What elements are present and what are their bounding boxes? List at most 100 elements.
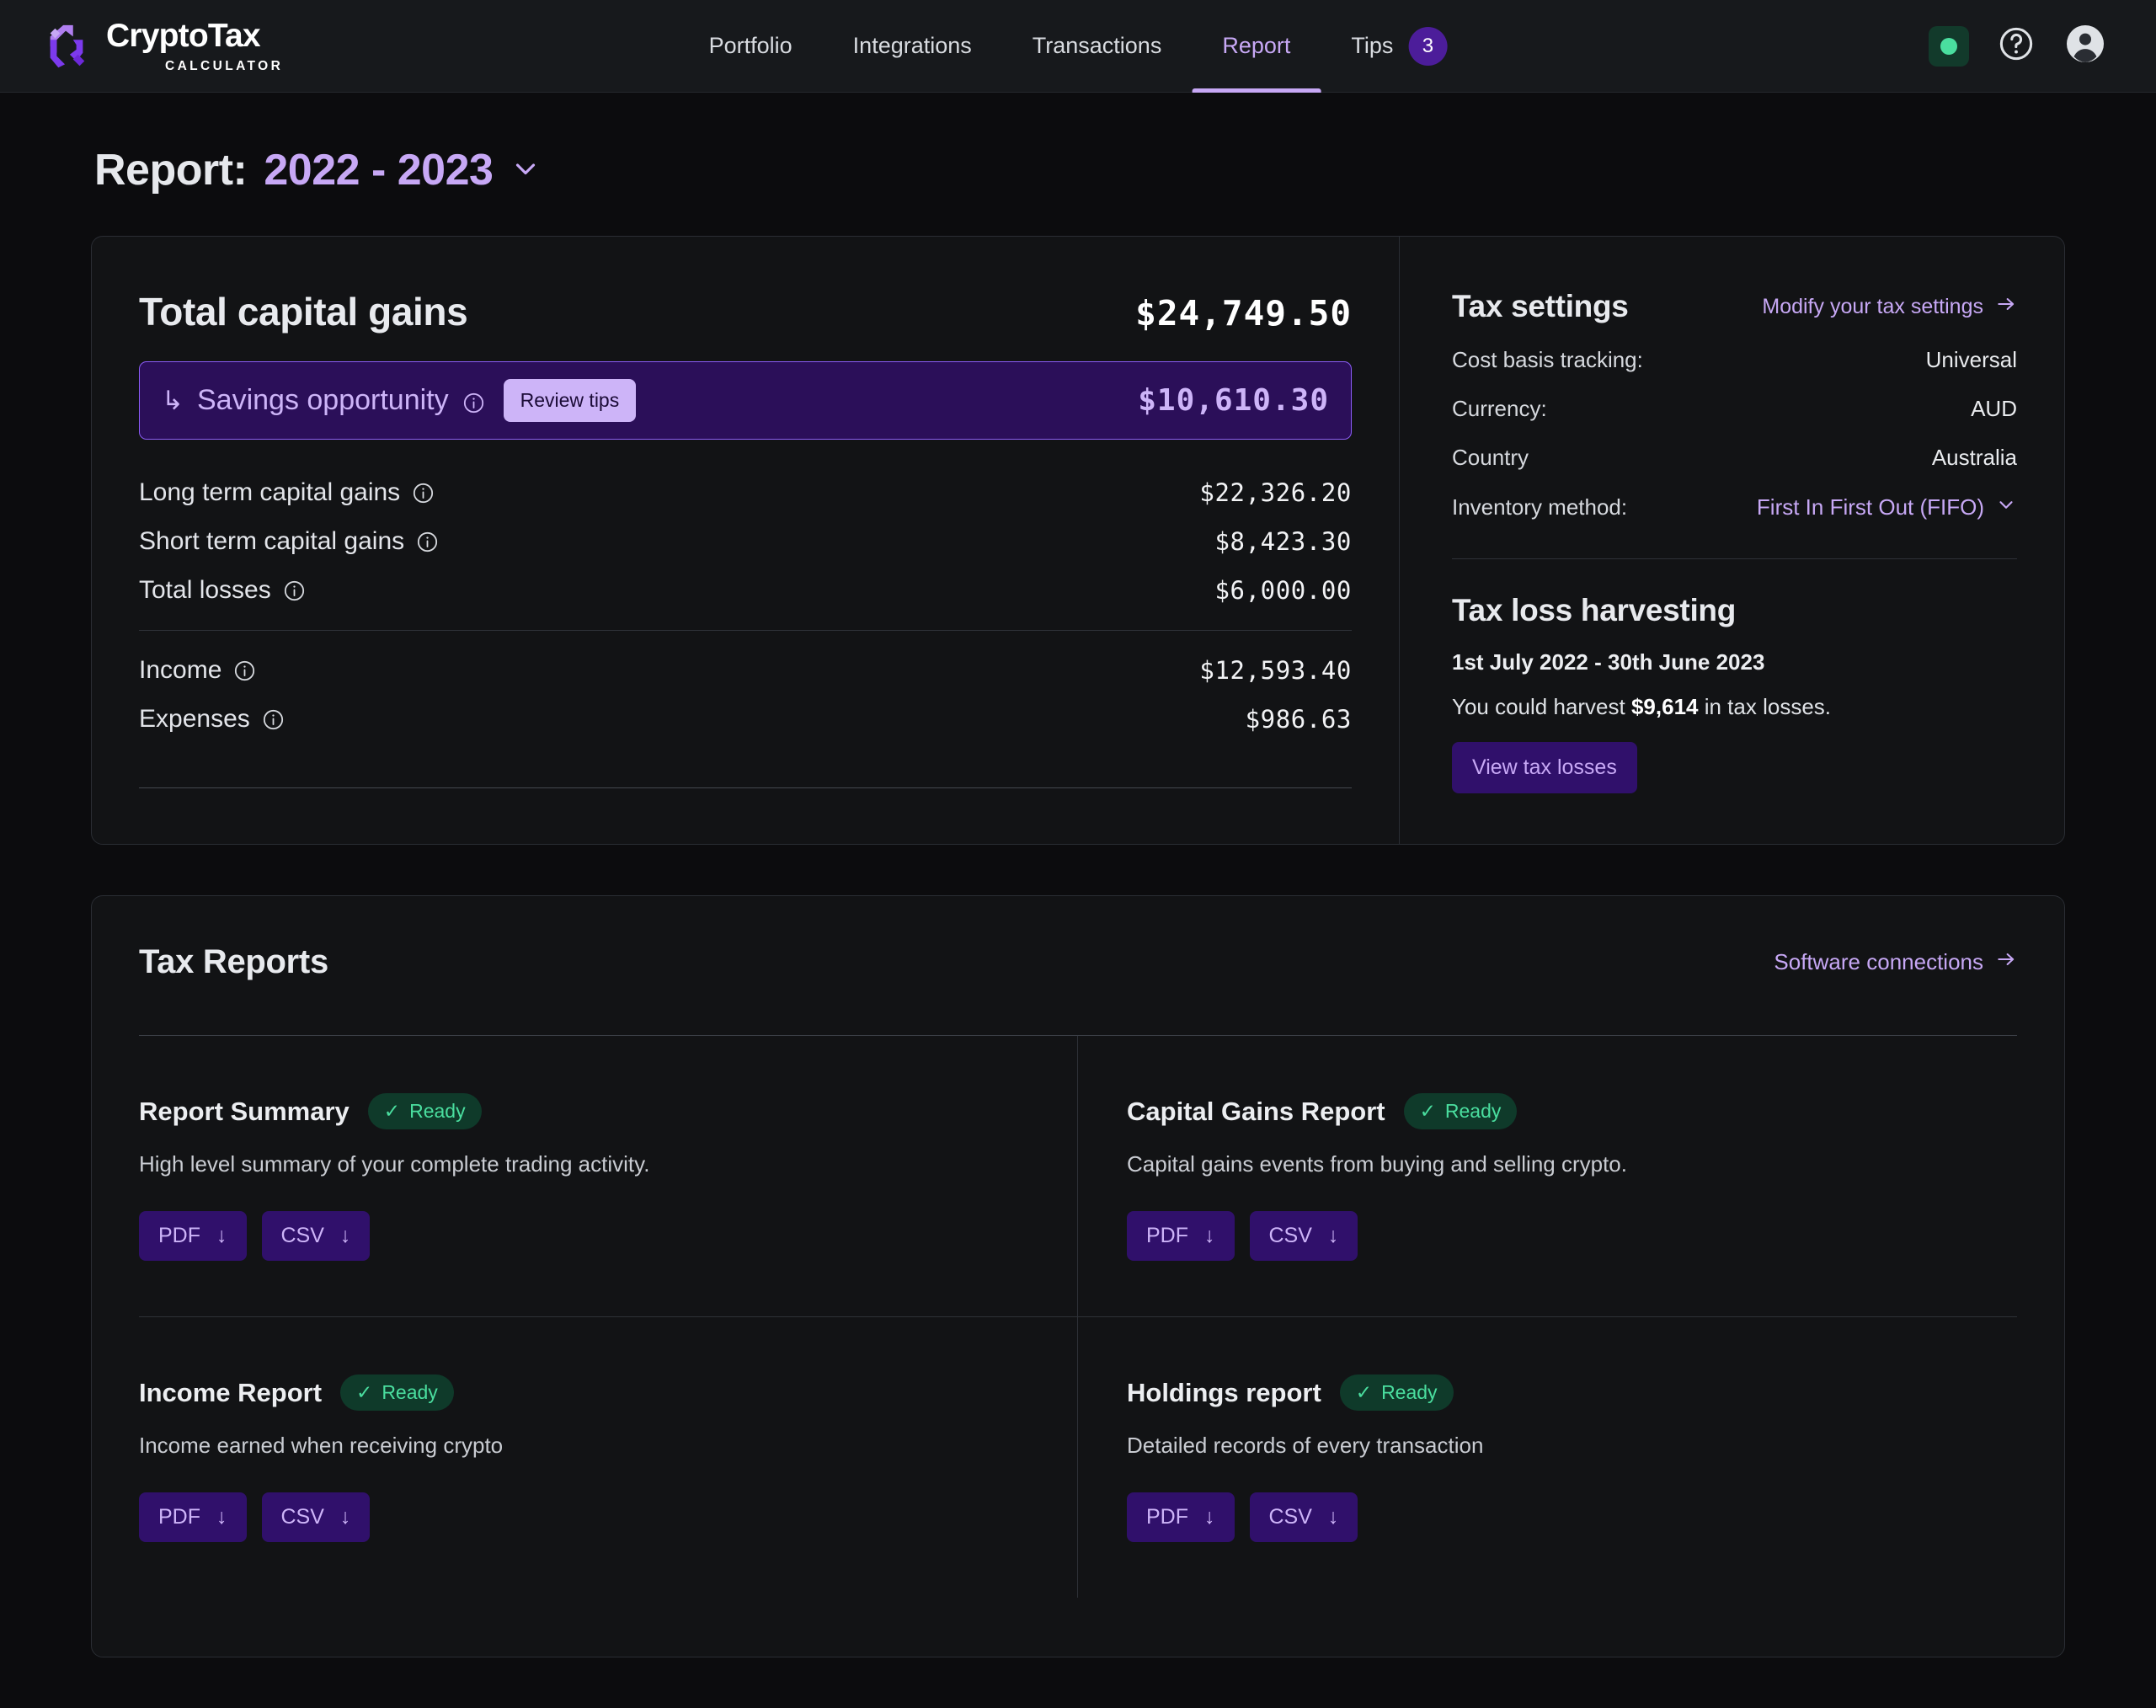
tax-loss-harvesting-section: Tax loss harvesting 1st July 2022 - 30th… bbox=[1452, 593, 2017, 793]
info-icon[interactable] bbox=[283, 579, 306, 602]
software-connections-link[interactable]: Software connections bbox=[1774, 948, 2017, 976]
check-icon: ✓ bbox=[1355, 1381, 1373, 1403]
inventory-method-key: Inventory method: bbox=[1452, 494, 1628, 520]
download-arrow-icon: ↓ bbox=[339, 1505, 351, 1529]
info-icon[interactable] bbox=[262, 708, 285, 731]
total-losses-value: $6,000.00 bbox=[1214, 576, 1352, 605]
view-tax-losses-button[interactable]: View tax losses bbox=[1452, 742, 1637, 793]
brand-name: CryptoTax bbox=[106, 18, 261, 54]
tax-loss-harvesting-title: Tax loss harvesting bbox=[1452, 593, 1737, 627]
help-button[interactable] bbox=[1994, 24, 2038, 68]
report-card-holdings-report: Holdings report ✓ Ready Detailed records… bbox=[1078, 1316, 2017, 1598]
page-content: Report: 2022 - 2023 Total capital gains … bbox=[0, 93, 2156, 1657]
status-badge: ✓ Ready bbox=[1403, 1093, 1518, 1129]
info-icon[interactable] bbox=[233, 659, 256, 682]
income-value: $12,593.40 bbox=[1199, 656, 1352, 685]
status-badge: ✓ Ready bbox=[1339, 1374, 1454, 1411]
tax-reports-header: Tax Reports Software connections bbox=[139, 943, 2017, 1035]
harvest-text-before: You could harvest bbox=[1452, 694, 1631, 719]
chevron-down-icon[interactable] bbox=[510, 152, 542, 189]
account-button[interactable] bbox=[2063, 24, 2107, 68]
report-name-row: Capital Gains Report ✓ Ready bbox=[1127, 1093, 2017, 1129]
country-key: Country bbox=[1452, 445, 1529, 470]
expenses-text: Expenses bbox=[139, 705, 250, 733]
tax-settings-title: Tax settings bbox=[1452, 289, 1629, 323]
tax-settings-panel: Tax settings Modify your tax settings Co… bbox=[1399, 237, 2064, 844]
pdf-label: PDF bbox=[158, 1224, 200, 1247]
modify-tax-settings-link[interactable]: Modify your tax settings bbox=[1762, 293, 2017, 321]
check-icon: ✓ bbox=[356, 1381, 373, 1403]
income-text: Income bbox=[139, 656, 222, 684]
long-term-label: Long term capital gains bbox=[139, 478, 435, 507]
currency-value: AUD bbox=[1971, 396, 2017, 421]
download-pdf-button[interactable]: PDF ↓ bbox=[139, 1211, 247, 1261]
download-pdf-button[interactable]: PDF ↓ bbox=[1127, 1492, 1235, 1542]
report-name-row: Holdings report ✓ Ready bbox=[1127, 1374, 2017, 1411]
download-csv-button[interactable]: CSV ↓ bbox=[1249, 1211, 1358, 1261]
download-csv-button[interactable]: CSV ↓ bbox=[261, 1492, 371, 1542]
inventory-method-value: First In First Out (FIFO) bbox=[1756, 494, 1984, 520]
sync-status-indicator[interactable] bbox=[1929, 25, 1969, 67]
tax-setting-row-inventory-method: Inventory method: First In First Out (FI… bbox=[1452, 494, 2017, 521]
info-icon[interactable] bbox=[416, 531, 439, 553]
report-name: Income Report bbox=[139, 1377, 323, 1407]
csv-label: CSV bbox=[280, 1224, 324, 1247]
branch-arrow-icon: ↳ bbox=[162, 385, 184, 415]
download-pdf-button[interactable]: PDF ↓ bbox=[1127, 1211, 1235, 1261]
status-badge-label: Ready bbox=[1444, 1100, 1502, 1122]
total-capital-gains-label: Total capital gains bbox=[139, 290, 468, 334]
tax-reports-card: Tax Reports Software connections Report … bbox=[91, 895, 2065, 1657]
total-capital-gains-value: $24,749.50 bbox=[1135, 293, 1352, 334]
line-row-expenses: Expenses $986.63 bbox=[139, 695, 1352, 744]
cost-basis-value: Universal bbox=[1925, 347, 2017, 372]
gains-breakdown-list: Long term capital gains $22,326.20 Short… bbox=[139, 468, 1352, 788]
report-name-row: Income Report ✓ Ready bbox=[139, 1374, 1028, 1411]
download-pdf-button[interactable]: PDF ↓ bbox=[139, 1492, 247, 1542]
download-csv-button[interactable]: CSV ↓ bbox=[1249, 1492, 1358, 1542]
tax-year-selector-value[interactable]: 2022 - 2023 bbox=[264, 145, 494, 195]
savings-opportunity-banner: ↳ Savings opportunity Review tips $10,61… bbox=[139, 361, 1352, 440]
long-term-text: Long term capital gains bbox=[139, 478, 401, 506]
info-icon[interactable] bbox=[412, 482, 435, 504]
download-arrow-icon: ↓ bbox=[339, 1224, 351, 1247]
download-csv-button[interactable]: CSV ↓ bbox=[261, 1211, 371, 1261]
pdf-label: PDF bbox=[1146, 1224, 1188, 1247]
report-download-buttons: PDF ↓ CSV ↓ bbox=[1127, 1211, 2017, 1261]
review-tips-button[interactable]: Review tips bbox=[503, 379, 637, 422]
download-arrow-icon: ↓ bbox=[1204, 1505, 1215, 1529]
expenses-value: $986.63 bbox=[1245, 705, 1352, 734]
nav-item-report[interactable]: Report bbox=[1192, 0, 1321, 93]
cost-basis-key: Cost basis tracking: bbox=[1452, 347, 1643, 372]
harvest-amount: $9,614 bbox=[1630, 694, 1699, 719]
status-badge-label: Ready bbox=[409, 1100, 466, 1122]
report-name: Holdings report bbox=[1127, 1377, 1321, 1407]
report-description: Capital gains events from buying and sel… bbox=[1127, 1151, 1627, 1177]
status-badge-label: Ready bbox=[382, 1381, 438, 1403]
status-dot-icon bbox=[1940, 37, 1957, 55]
total-capital-gains-row: Total capital gains $24,749.50 bbox=[139, 289, 1352, 334]
nav-label-tips: Tips bbox=[1351, 33, 1394, 58]
divider bbox=[139, 787, 1352, 788]
report-description: Detailed records of every transaction bbox=[1127, 1433, 1484, 1458]
nav-item-portfolio[interactable]: Portfolio bbox=[679, 0, 823, 93]
nav-label-portfolio: Portfolio bbox=[708, 33, 792, 58]
info-icon[interactable] bbox=[462, 389, 485, 414]
report-download-buttons: PDF ↓ CSV ↓ bbox=[139, 1492, 1028, 1542]
pdf-label: PDF bbox=[158, 1505, 200, 1529]
status-badge: ✓ Ready bbox=[340, 1374, 454, 1411]
nav-label-transactions: Transactions bbox=[1032, 33, 1162, 58]
nav-item-integrations[interactable]: Integrations bbox=[823, 0, 1002, 93]
brand-subtitle: CALCULATOR bbox=[165, 59, 284, 73]
brand-logo[interactable]: CryptoTax CALCULATOR bbox=[40, 18, 283, 74]
capital-gains-panel: Total capital gains $24,749.50 ↳ Savings… bbox=[92, 237, 1399, 844]
nav-item-tips[interactable]: Tips 3 bbox=[1321, 0, 1477, 93]
nav-item-transactions[interactable]: Transactions bbox=[1002, 0, 1193, 93]
csv-label: CSV bbox=[280, 1505, 324, 1529]
total-losses-text: Total losses bbox=[139, 576, 271, 604]
tips-count-badge: 3 bbox=[1408, 26, 1448, 66]
page-title-label: Report: bbox=[94, 146, 248, 195]
tax-setting-row-cost-basis: Cost basis tracking: Universal bbox=[1452, 347, 2017, 373]
short-term-text: Short term capital gains bbox=[139, 527, 405, 555]
inventory-method-dropdown[interactable]: First In First Out (FIFO) bbox=[1757, 494, 2017, 521]
cryptotax-logo-icon bbox=[40, 20, 93, 72]
